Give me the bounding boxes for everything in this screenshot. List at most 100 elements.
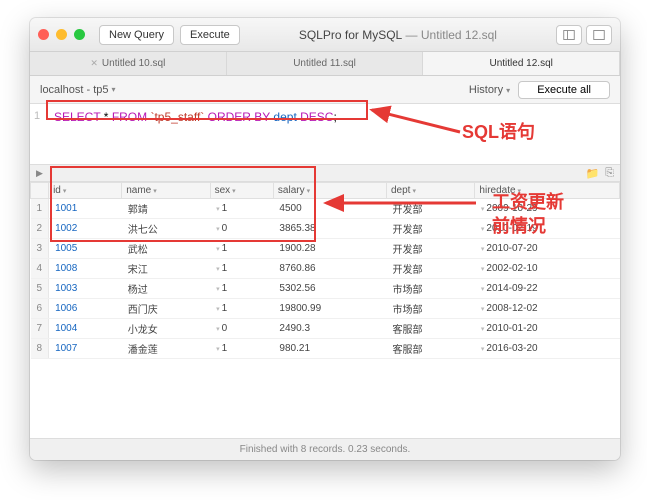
- cell-id: 1008: [49, 259, 122, 279]
- cell-hiredate: ▾2010-02-19: [475, 219, 620, 239]
- column-header[interactable]: salary▾: [273, 183, 386, 199]
- row-number: 2: [31, 219, 49, 239]
- cell-hiredate: ▾2010-01-20: [475, 319, 620, 339]
- cell-name: 小龙女: [122, 319, 210, 339]
- cell-sex: ▾1: [210, 299, 273, 319]
- cell-id: 1001: [49, 199, 122, 219]
- tab-2[interactable]: Untitled 12.sql: [423, 52, 620, 75]
- row-number: 6: [31, 299, 49, 319]
- sidebar-toggle-icon[interactable]: [556, 25, 582, 45]
- cell-sex: ▾1: [210, 339, 273, 359]
- app-window: New Query Execute SQLPro for MySQL — Unt…: [30, 18, 620, 460]
- connection-toolbar: localhost - tp5▾ History ▾ Execute all: [30, 76, 620, 104]
- table-row[interactable]: 8 1007 潘金莲 ▾1 980.21 客服部 ▾2016-03-20: [31, 339, 620, 359]
- cell-salary: 5302.56: [273, 279, 386, 299]
- line-number: 1: [34, 110, 40, 122]
- table-row[interactable]: 4 1008 宋江 ▾1 8760.86 开发部 ▾2002-02-10: [31, 259, 620, 279]
- connection-dropdown[interactable]: localhost - tp5▾: [40, 84, 116, 96]
- zoom-icon[interactable]: [74, 29, 85, 40]
- table-row[interactable]: 5 1003 杨过 ▾1 5302.56 市场部 ▾2014-09-22: [31, 279, 620, 299]
- cell-salary: 2490.3: [273, 319, 386, 339]
- cell-dept: 客服部: [387, 339, 475, 359]
- results-grid: id▾name▾sex▾salary▾dept▾hiredate▾ 1 1001…: [30, 182, 620, 438]
- column-header[interactable]: [31, 183, 49, 199]
- row-number: 3: [31, 239, 49, 259]
- traffic-lights: [38, 29, 85, 40]
- row-number: 4: [31, 259, 49, 279]
- table-row[interactable]: 1 1001 郭靖 ▾1 4500 开发部 ▾2009-10-29: [31, 199, 620, 219]
- minimize-icon[interactable]: [56, 29, 67, 40]
- cell-hiredate: ▾2014-09-22: [475, 279, 620, 299]
- cell-sex: ▾0: [210, 319, 273, 339]
- cell-id: 1005: [49, 239, 122, 259]
- results-splitter[interactable]: ▶ 📁 ⎘: [30, 164, 620, 182]
- column-header[interactable]: name▾: [122, 183, 210, 199]
- cell-id: 1002: [49, 219, 122, 239]
- cell-sex: ▾1: [210, 259, 273, 279]
- cell-dept: 开发部: [387, 199, 475, 219]
- table-row[interactable]: 7 1004 小龙女 ▾0 2490.3 客服部 ▾2010-01-20: [31, 319, 620, 339]
- close-icon[interactable]: [38, 29, 49, 40]
- cell-id: 1003: [49, 279, 122, 299]
- cell-sex: ▾1: [210, 279, 273, 299]
- cell-dept: 市场部: [387, 279, 475, 299]
- cell-name: 郭靖: [122, 199, 210, 219]
- column-header[interactable]: id▾: [49, 183, 122, 199]
- cell-sex: ▾1: [210, 199, 273, 219]
- cell-name: 杨过: [122, 279, 210, 299]
- tab-bar: ✕Untitled 10.sql Untitled 11.sql Untitle…: [30, 52, 620, 76]
- cell-dept: 市场部: [387, 299, 475, 319]
- cell-sex: ▾1: [210, 239, 273, 259]
- column-header[interactable]: sex▾: [210, 183, 273, 199]
- row-number: 8: [31, 339, 49, 359]
- history-dropdown[interactable]: History ▾: [469, 84, 510, 96]
- execute-all-button[interactable]: Execute all: [518, 81, 610, 99]
- table-row[interactable]: 2 1002 洪七公 ▾0 3865.38 开发部 ▾2010-02-19: [31, 219, 620, 239]
- tab-0[interactable]: ✕Untitled 10.sql: [30, 52, 227, 75]
- sql-editor[interactable]: 1 SELECT * FROM `tp5_staff` ORDER BY dep…: [30, 104, 620, 164]
- cell-name: 武松: [122, 239, 210, 259]
- cell-salary: 4500: [273, 199, 386, 219]
- new-query-button[interactable]: New Query: [99, 25, 174, 45]
- cell-id: 1007: [49, 339, 122, 359]
- cell-hiredate: ▾2008-12-02: [475, 299, 620, 319]
- table-row[interactable]: 6 1006 西门庆 ▾1 19800.99 市场部 ▾2008-12-02: [31, 299, 620, 319]
- results-table: id▾name▾sex▾salary▾dept▾hiredate▾ 1 1001…: [30, 182, 620, 359]
- status-bar: Finished with 8 records. 0.23 seconds.: [30, 438, 620, 460]
- export-icon[interactable]: ⎘: [605, 167, 614, 180]
- window-title: SQLPro for MySQL — Untitled 12.sql: [246, 28, 550, 42]
- cell-id: 1004: [49, 319, 122, 339]
- cell-id: 1006: [49, 299, 122, 319]
- panel-toggle-icon[interactable]: [586, 25, 612, 45]
- cell-hiredate: ▾2002-02-10: [475, 259, 620, 279]
- cell-name: 宋江: [122, 259, 210, 279]
- column-header[interactable]: hiredate▾: [475, 183, 620, 199]
- cell-name: 洪七公: [122, 219, 210, 239]
- cell-sex: ▾0: [210, 219, 273, 239]
- cell-salary: 19800.99: [273, 299, 386, 319]
- row-number: 1: [31, 199, 49, 219]
- cell-salary: 980.21: [273, 339, 386, 359]
- cell-hiredate: ▾2016-03-20: [475, 339, 620, 359]
- folder-icon[interactable]: 📁: [585, 167, 599, 180]
- cell-salary: 1900.28: [273, 239, 386, 259]
- titlebar: New Query Execute SQLPro for MySQL — Unt…: [30, 18, 620, 52]
- cell-hiredate: ▾2010-07-20: [475, 239, 620, 259]
- cell-dept: 开发部: [387, 239, 475, 259]
- cell-dept: 客服部: [387, 319, 475, 339]
- cell-salary: 8760.86: [273, 259, 386, 279]
- cell-dept: 开发部: [387, 259, 475, 279]
- cell-name: 西门庆: [122, 299, 210, 319]
- cell-hiredate: ▾2009-10-29: [475, 199, 620, 219]
- chevron-right-icon: ▶: [36, 168, 43, 179]
- table-row[interactable]: 3 1005 武松 ▾1 1900.28 开发部 ▾2010-07-20: [31, 239, 620, 259]
- cell-salary: 3865.38: [273, 219, 386, 239]
- tab-1[interactable]: Untitled 11.sql: [227, 52, 424, 75]
- cell-name: 潘金莲: [122, 339, 210, 359]
- row-number: 5: [31, 279, 49, 299]
- close-tab-icon[interactable]: ✕: [90, 58, 98, 69]
- column-header[interactable]: dept▾: [387, 183, 475, 199]
- execute-button[interactable]: Execute: [180, 25, 240, 45]
- row-number: 7: [31, 319, 49, 339]
- cell-dept: 开发部: [387, 219, 475, 239]
